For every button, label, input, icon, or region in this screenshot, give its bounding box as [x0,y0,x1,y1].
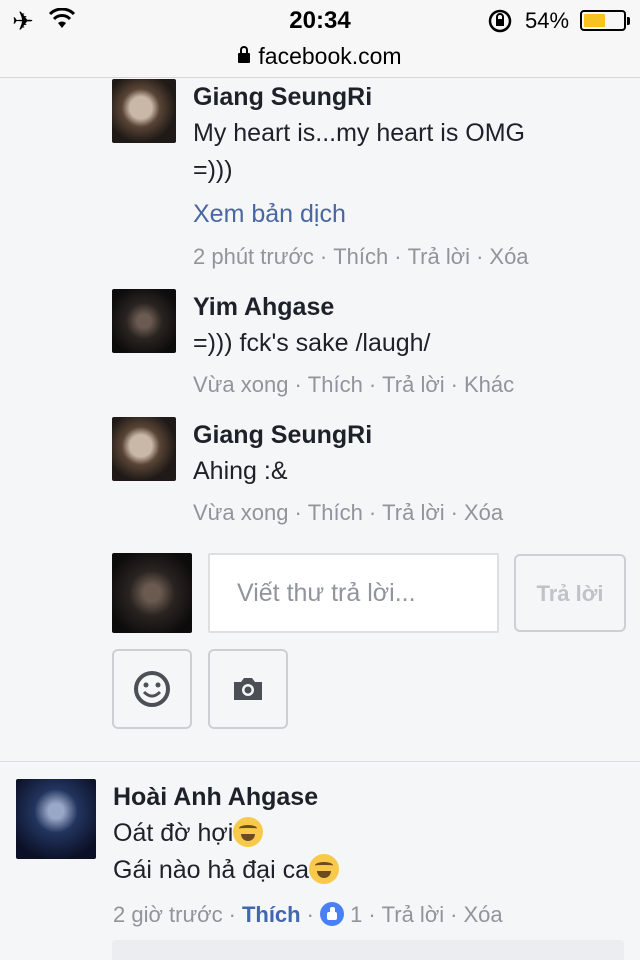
delete-link[interactable]: Xóa [463,902,502,927]
comment-time: Vừa xong [193,500,289,525]
separator: · [368,500,377,525]
like-link[interactable]: Thích [308,500,363,525]
emoji-button[interactable] [112,649,192,729]
comment-text: My heart is...my heart is OMG =))) [193,115,525,189]
see-translation-link[interactable]: Xem bản dịch [193,200,346,229]
separator: · [294,372,302,397]
laughing-emoji-icon [308,854,339,884]
photo-button[interactable] [208,649,288,729]
delete-link[interactable]: Xóa [489,244,528,269]
comment-time: 2 phút trước [193,244,314,269]
separator: · [228,902,236,927]
reply-preview[interactable] [112,940,624,960]
comment-meta: 2 giờ trước · Thích · 1 · Trả lời · Xóa [113,902,503,928]
comment-text: Ahing :& [193,453,288,490]
battery-nub [627,17,630,25]
comment-text: =))) fck's sake /laugh/ [193,325,431,362]
comment-meta: 2 phút trước · Thích · Trả lời · Xóa [193,244,529,270]
battery-fill [584,14,605,27]
separator: · [450,372,458,397]
reply-button[interactable]: Trả lời [514,554,626,632]
section-divider [0,761,640,762]
composer-avatar [112,553,192,633]
reply-link[interactable]: Trả lời [408,244,471,269]
reply-input[interactable]: Viết thư trả lời... [208,553,499,633]
rotation-lock-icon [488,9,512,33]
avatar[interactable] [112,289,176,353]
padlock-icon [238,46,251,63]
comment-line: =))) fck's sake /laugh/ [193,329,431,357]
separator: · [319,244,328,269]
avatar[interactable] [16,779,96,859]
separator: · [368,372,377,397]
comment-line-text: Gái nào hả đại ca [113,856,309,884]
url-display[interactable]: facebook.com [0,43,640,70]
camera-icon [234,678,262,700]
comment-line: Oát đờ hợi [113,815,339,852]
separator: · [294,500,302,525]
comment-time: 2 giờ trước [113,902,223,927]
comment-line: Gái nào hả đại ca [113,852,339,889]
reply-link[interactable]: Trả lời [382,902,445,927]
like-link[interactable]: Thích [242,902,301,927]
comment-author[interactable]: Hoài Anh Ahgase [113,783,318,812]
thumbs-up-icon [319,902,344,926]
separator: · [368,902,376,927]
comment-author[interactable]: Giang SeungRi [193,421,372,450]
status-bar: ✈ 20:34 54% [0,0,640,40]
like-link[interactable]: Thích [333,244,388,269]
battery-percent: 54% [525,8,570,33]
battery-icon [580,10,630,31]
comment-author[interactable]: Yim Ahgase [193,293,334,322]
comment-line-text: Oát đờ hợi [113,819,234,847]
laughing-emoji-icon [233,817,264,847]
smiley-icon [134,671,170,707]
separator: · [450,500,458,525]
delete-link[interactable]: Xóa [464,500,503,525]
more-link[interactable]: Khác [464,372,514,397]
comment-line: Ahing :& [193,457,288,485]
address-bar[interactable]: facebook.com [0,40,640,78]
separator: · [394,244,402,269]
comment-author[interactable]: Giang SeungRi [193,83,372,112]
like-count[interactable]: 1 [350,902,362,927]
separator: · [306,902,314,927]
avatar[interactable] [112,79,176,143]
comment-line: My heart is...my heart is OMG [193,119,526,147]
like-link[interactable]: Thích [308,372,363,397]
url-domain: facebook.com [258,43,402,69]
reply-link[interactable]: Trả lời [382,372,445,397]
comment-text: Oát đờ hợi Gái nào hả đại ca [113,815,339,889]
separator: · [450,902,458,927]
reply-link[interactable]: Trả lời [382,500,445,525]
separator: · [476,244,484,269]
comment-line: =))) [193,156,233,184]
comment-time: Vừa xong [193,372,289,397]
comment-meta: Vừa xong · Thích · Trả lời · Xóa [193,500,503,526]
comment-meta: Vừa xong · Thích · Trả lời · Khác [193,372,514,398]
avatar[interactable] [112,417,176,481]
